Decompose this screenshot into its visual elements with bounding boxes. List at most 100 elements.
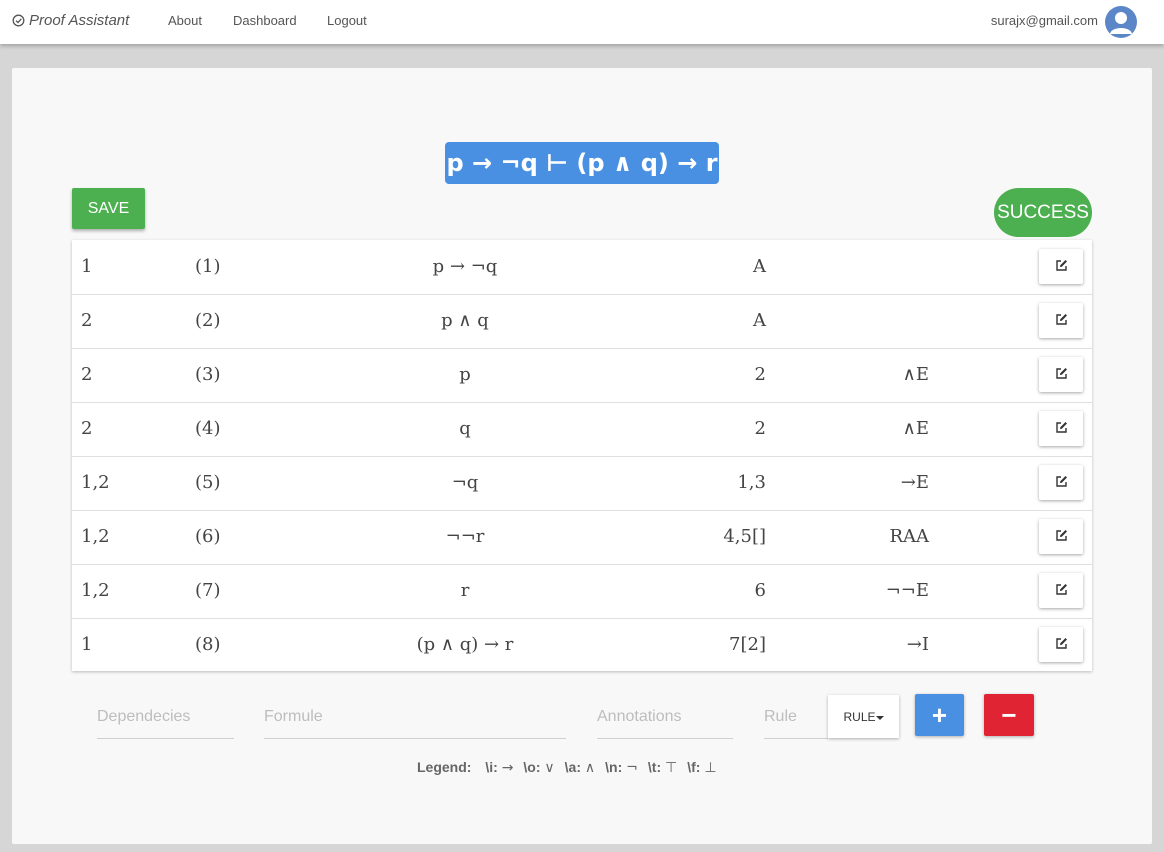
table-row: 1,2 (6) ¬¬r 4,5[] RAA xyxy=(72,510,1092,565)
dependencies-cell: 1,2 xyxy=(81,526,110,547)
brand-title: Proof Assistant xyxy=(29,12,130,29)
legend-title: Legend: xyxy=(417,759,472,775)
rule-cell: RAA xyxy=(889,526,929,547)
annotation-cell: 4,5[] xyxy=(723,526,766,547)
table-row: 1 (1) p → ¬q A xyxy=(72,240,1092,295)
line-number-cell: (4) xyxy=(195,418,221,439)
line-number-cell: (6) xyxy=(195,526,221,547)
brand-link[interactable]: Proof Assistant xyxy=(12,12,129,29)
rule-input[interactable]: Rule xyxy=(764,696,828,739)
formula-cell: (p ∧ q) → r xyxy=(416,634,514,655)
table-row: 2 (2) p ∧ q A xyxy=(72,294,1092,349)
edit-row-button[interactable] xyxy=(1039,627,1083,662)
edit-row-button[interactable] xyxy=(1039,357,1083,392)
annotation-cell: A xyxy=(753,256,766,277)
edit-row-button[interactable] xyxy=(1039,411,1083,446)
edit-row-button[interactable] xyxy=(1039,519,1083,554)
formula-cell: ¬q xyxy=(451,472,479,493)
edit-icon xyxy=(1055,256,1068,277)
formula-input[interactable]: Formule xyxy=(264,696,566,739)
legend-symbol: → xyxy=(501,760,514,776)
formula-cell: p → ¬q xyxy=(432,256,498,277)
dependencies-cell: 2 xyxy=(81,418,93,439)
legend-key: \f: xyxy=(687,759,701,775)
edit-icon xyxy=(1055,418,1068,439)
table-row: 1,2 (7) r 6 ¬¬E xyxy=(72,564,1092,619)
edit-icon xyxy=(1055,580,1068,601)
dependencies-cell: 2 xyxy=(81,310,93,331)
rule-dropdown-button[interactable]: RULE xyxy=(828,695,899,738)
annotation-cell: 2 xyxy=(754,418,766,439)
navbar: Proof Assistant About Dashboard Logout s… xyxy=(0,0,1164,44)
legend: Legend: \i: → \o: ∨ \a: ∧ \n: ¬ \t: ⊤ \f: ⊥ xyxy=(417,759,717,776)
legend-key: \n: xyxy=(605,759,623,775)
legend-symbol: ∧ xyxy=(584,760,596,776)
edit-row-button[interactable] xyxy=(1039,249,1083,284)
legend-item: \a: ∧ xyxy=(564,759,596,776)
nav-logout[interactable]: Logout xyxy=(327,13,367,28)
rule-cell: →E xyxy=(900,472,929,493)
line-number-cell: (2) xyxy=(195,310,221,331)
plus-icon: + xyxy=(931,699,948,730)
rule-cell: →I xyxy=(906,634,929,655)
rule-cell: ∧E xyxy=(902,418,929,439)
caret-down-icon xyxy=(875,710,884,724)
annotation-cell: 1,3 xyxy=(737,472,766,493)
edit-icon xyxy=(1055,310,1068,331)
line-number-cell: (5) xyxy=(195,472,221,493)
formula-cell: ¬¬r xyxy=(445,526,485,547)
user-email: surajx@gmail.com xyxy=(990,13,1098,28)
success-status-badge: SUCCESS xyxy=(994,188,1092,237)
table-row: 2 (3) p 2 ∧E xyxy=(72,348,1092,403)
sequent-title: p → ¬q ⊢ (p ∧ q) → r xyxy=(445,142,719,184)
user-avatar-icon[interactable] xyxy=(1105,6,1137,38)
add-row-button[interactable]: + xyxy=(915,694,964,736)
check-circle-icon xyxy=(12,14,25,27)
legend-key: \t: xyxy=(647,759,662,775)
dependencies-cell: 1,2 xyxy=(81,580,110,601)
legend-item: \i: → xyxy=(485,759,514,776)
formula-cell: r xyxy=(460,580,470,601)
minus-icon: − xyxy=(1001,699,1017,730)
line-number-cell: (8) xyxy=(195,634,221,655)
rule-cell xyxy=(832,240,929,294)
remove-row-button[interactable]: − xyxy=(984,694,1034,736)
edit-icon xyxy=(1055,472,1068,493)
dependencies-cell: 1,2 xyxy=(81,472,110,493)
rule-dropdown-label: RULE xyxy=(843,709,876,724)
formula-cell: p ∧ q xyxy=(441,310,489,331)
dependencies-cell: 2 xyxy=(81,364,93,385)
legend-key: \i: xyxy=(485,759,498,775)
legend-item: \n: ¬ xyxy=(605,759,638,776)
annotation-cell: A xyxy=(753,310,766,331)
edit-row-button[interactable] xyxy=(1039,465,1083,500)
rule-cell: ∧E xyxy=(902,364,929,385)
proof-table: 1 (1) p → ¬q A 2 (2) p ∧ q A 2 (3) p 2 ∧E 2 (4) q 2 ∧E 1,2… xyxy=(72,240,1092,671)
legend-item: \f: ⊥ xyxy=(687,759,716,776)
edit-icon xyxy=(1055,526,1068,547)
line-number-cell: (1) xyxy=(195,256,221,277)
legend-key: \o: xyxy=(523,759,541,775)
dependencies-input[interactable]: Dependecies xyxy=(97,696,234,739)
formula-cell: p xyxy=(459,364,471,385)
legend-item: \o: ∨ xyxy=(523,759,554,776)
annotation-cell: 7[2] xyxy=(729,634,766,655)
nav-dashboard[interactable]: Dashboard xyxy=(233,13,297,28)
dependencies-cell: 1 xyxy=(81,634,93,655)
table-row: 2 (4) q 2 ∧E xyxy=(72,402,1092,457)
annotations-input[interactable]: Annotations xyxy=(597,696,733,739)
nav-about[interactable]: About xyxy=(168,13,202,28)
legend-key: \a: xyxy=(564,759,582,775)
edit-icon xyxy=(1055,364,1068,385)
edit-row-button[interactable] xyxy=(1039,303,1083,338)
rule-cell xyxy=(832,294,929,348)
edit-row-button[interactable] xyxy=(1039,573,1083,608)
rule-cell: ¬¬E xyxy=(885,580,929,601)
annotation-cell: 6 xyxy=(754,580,766,601)
annotation-cell: 2 xyxy=(754,364,766,385)
edit-icon xyxy=(1055,634,1068,655)
line-number-cell: (3) xyxy=(195,364,221,385)
save-button[interactable]: SAVE xyxy=(72,188,145,229)
formula-cell: q xyxy=(459,418,471,439)
line-number-cell: (7) xyxy=(195,580,221,601)
